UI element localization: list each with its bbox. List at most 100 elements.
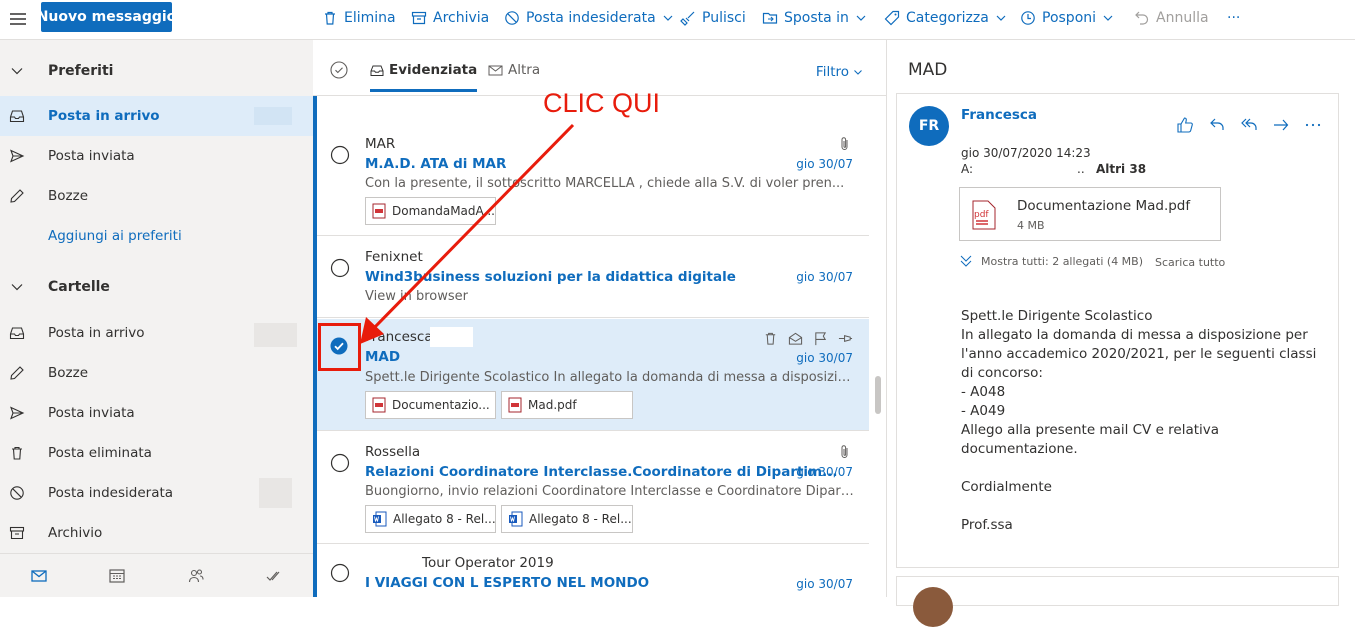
- junk-button[interactable]: Posta indesiderata: [504, 7, 674, 29]
- filter-label: Filtro: [815, 64, 849, 80]
- sweep-button[interactable]: Pulisci: [680, 7, 746, 29]
- radio-icon: [330, 145, 350, 165]
- attachment-filename: Documentazione Mad.pdf: [1017, 198, 1191, 214]
- message-date: gio 30/07: [796, 465, 853, 479]
- message-preview: Buongiorno, invio relazioni Coordinatore…: [365, 484, 855, 499]
- folder-item-drafts[interactable]: Bozze: [0, 353, 313, 393]
- reply-all-icon[interactable]: [1240, 116, 1258, 134]
- word-icon: [373, 511, 387, 527]
- message-preview: Spett.le Dirigente Scolastico In allegat…: [365, 370, 855, 385]
- message-sender: Francesca: [365, 329, 433, 345]
- list-scrollbar-thumb[interactable]: [875, 376, 881, 414]
- message-date: gio 30/07: [796, 577, 853, 591]
- send-icon: [10, 149, 25, 163]
- undo-label: Annulla: [1156, 10, 1209, 26]
- mail-app-button[interactable]: [0, 554, 78, 597]
- tab-focused-label: Evidenziata: [389, 62, 478, 78]
- favorite-item-drafts[interactable]: Bozze: [0, 176, 313, 216]
- categorize-label: Categorizza: [906, 10, 989, 26]
- filter-button[interactable]: Filtro: [816, 64, 863, 80]
- message-date: gio 30/07: [796, 270, 853, 284]
- message-row[interactable]: Rossella Relazioni Coordinatore Intercla…: [317, 432, 869, 544]
- recipients-ellipsis: ..: [1077, 162, 1085, 176]
- folder-item-sent[interactable]: Posta inviata: [0, 393, 313, 433]
- pin-icon[interactable]: [838, 331, 853, 346]
- message-date: gio 30/07: [796, 157, 853, 171]
- categorize-button[interactable]: Categorizza: [884, 7, 1007, 29]
- folders-header[interactable]: Cartelle: [0, 267, 313, 307]
- folder-archive-label: Archivio: [48, 525, 103, 541]
- sender-avatar[interactable]: FR: [909, 106, 949, 146]
- sweep-label: Pulisci: [702, 10, 746, 26]
- double-check-icon: [266, 571, 280, 581]
- attachment-chip[interactable]: Mad.pdf: [501, 391, 633, 419]
- favorite-item-inbox[interactable]: Posta in arrivo: [0, 96, 313, 136]
- archive-button[interactable]: Archivia: [411, 7, 489, 29]
- reply-icon[interactable]: [1208, 116, 1226, 134]
- pdf-icon: [372, 203, 386, 219]
- attachment-name: DomandaMadA...: [392, 204, 495, 218]
- more-icon[interactable]: [1304, 116, 1322, 134]
- message-preview: Con la presente, il sottoscritto MARCELL…: [365, 176, 845, 191]
- attachment-chip[interactable]: DomandaMadA...: [365, 197, 496, 225]
- new-message-button[interactable]: Nuovo messaggio: [37, 2, 176, 32]
- message-date: gio 30/07: [796, 351, 853, 365]
- folder-item-deleted[interactable]: Posta eliminata: [0, 433, 313, 473]
- forward-icon[interactable]: [1272, 116, 1290, 134]
- mail-icon: [488, 65, 503, 76]
- tab-focused[interactable]: Evidenziata: [370, 62, 478, 92]
- radio-icon: [330, 453, 350, 473]
- message-row[interactable]: Fenixnet Wind3business soluzioni per la …: [317, 237, 869, 318]
- folder-item-junk[interactable]: Posta indesiderata: [0, 473, 313, 513]
- archive-label: Archivia: [433, 10, 490, 26]
- sender-name[interactable]: Francesca: [961, 107, 1037, 123]
- row-checkbox[interactable]: [330, 145, 350, 165]
- attachment-card[interactable]: pdf Documentazione Mad.pdf 4 MB: [959, 187, 1221, 241]
- move-label: Sposta in: [784, 10, 849, 26]
- folders-label: Cartelle: [48, 279, 110, 295]
- like-icon[interactable]: [1176, 116, 1194, 134]
- message-row[interactable]: Tour Operator 2019 I VIAGGI CON L ESPERT…: [317, 545, 869, 597]
- folder-item-inbox[interactable]: Posta in arrivo: [0, 313, 313, 353]
- other-recipients-link[interactable]: Altri 38: [1096, 162, 1146, 176]
- todo-app-button[interactable]: [235, 554, 313, 597]
- calendar-app-button[interactable]: [78, 554, 156, 597]
- tab-other[interactable]: Altra: [488, 62, 540, 78]
- attachment-chip[interactable]: Allegato 8 - Rel...: [501, 505, 633, 533]
- check-circle-icon: [330, 61, 348, 79]
- show-all-attachments-link[interactable]: Mostra tutti: 2 allegati (4 MB): [959, 254, 1143, 268]
- attachment-name: Mad.pdf: [528, 398, 577, 412]
- more-actions-button[interactable]: ···: [1227, 7, 1240, 29]
- snooze-button[interactable]: Posponi: [1020, 7, 1114, 29]
- next-email-card: [896, 576, 1339, 627]
- junk-label: Posta indesiderata: [526, 10, 656, 26]
- inbox-icon: [9, 110, 25, 123]
- move-button[interactable]: Sposta in: [762, 7, 867, 29]
- delete-button[interactable]: Elimina: [322, 7, 396, 29]
- attachment-chip[interactable]: Allegato 8 - Rel...: [365, 505, 496, 533]
- undo-icon: [1135, 11, 1149, 25]
- radio-icon: [330, 258, 350, 278]
- mark-read-icon[interactable]: [788, 331, 803, 346]
- row-checkbox[interactable]: [330, 453, 350, 473]
- people-app-button[interactable]: [157, 554, 235, 597]
- flag-icon[interactable]: [813, 331, 828, 346]
- archive-icon: [411, 11, 427, 25]
- paperclip-icon: [839, 136, 851, 152]
- undo-button[interactable]: Annulla: [1134, 7, 1209, 29]
- hamburger-menu-icon[interactable]: [8, 9, 28, 29]
- select-all-checkbox[interactable]: [330, 61, 348, 79]
- block-icon: [10, 486, 24, 500]
- favorites-header[interactable]: Preferiti: [0, 51, 313, 91]
- attachment-chip[interactable]: Documentazio...: [365, 391, 496, 419]
- row-checkbox[interactable]: [330, 563, 350, 583]
- row-checkbox[interactable]: [330, 258, 350, 278]
- sender-avatar[interactable]: [913, 587, 953, 627]
- add-favorite-link[interactable]: Aggiungi ai preferiti: [0, 216, 313, 256]
- download-all-link[interactable]: Scarica tutto: [1155, 256, 1225, 269]
- folder-item-archive[interactable]: Archivio: [0, 513, 313, 553]
- message-row[interactable]: MAR M.A.D. ATA di MAR gio 30/07 Con la p…: [317, 124, 869, 236]
- trash-icon[interactable]: [763, 331, 778, 346]
- message-row-selected[interactable]: Francesca MAD gio 30/07 Spett.le Dirigen…: [317, 319, 869, 431]
- favorite-item-sent[interactable]: Posta inviata: [0, 136, 313, 176]
